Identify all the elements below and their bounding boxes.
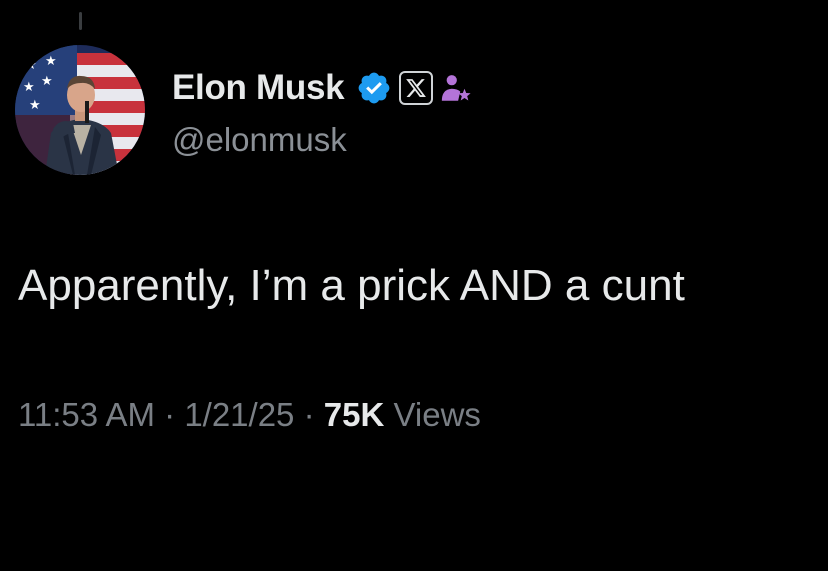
author-handle[interactable]: @elonmusk <box>172 118 347 162</box>
tweet-time[interactable]: 11:53 AM <box>18 396 155 433</box>
tweet-meta-row: 11:53 AM · 1/21/25 · 75K Views <box>18 393 481 437</box>
author-name-row: Elon Musk <box>172 66 473 110</box>
views-label: Views <box>393 396 481 433</box>
x-affiliation-badge[interactable] <box>399 71 434 105</box>
svg-text:★: ★ <box>25 58 37 73</box>
meta-separator: · <box>294 396 324 433</box>
svg-text:★: ★ <box>23 80 35 95</box>
author-display-name[interactable]: Elon Musk <box>172 66 345 110</box>
verified-badge-icon <box>358 72 390 104</box>
svg-text:★: ★ <box>29 98 41 113</box>
svg-text:★: ★ <box>45 54 57 69</box>
thread-connector-line <box>79 12 82 30</box>
views-count: 75K <box>323 396 385 433</box>
svg-text:★: ★ <box>41 74 53 89</box>
person-star-icon <box>442 75 471 101</box>
tweet-text: Apparently, I’m a prick AND a cunt <box>18 261 685 310</box>
tweet-date[interactable]: 1/21/25 <box>184 396 294 433</box>
meta-separator: · <box>154 396 185 433</box>
x-logo-icon <box>406 79 427 97</box>
avatar[interactable]: ★ ★ ★ ★ ★ <box>15 45 145 175</box>
